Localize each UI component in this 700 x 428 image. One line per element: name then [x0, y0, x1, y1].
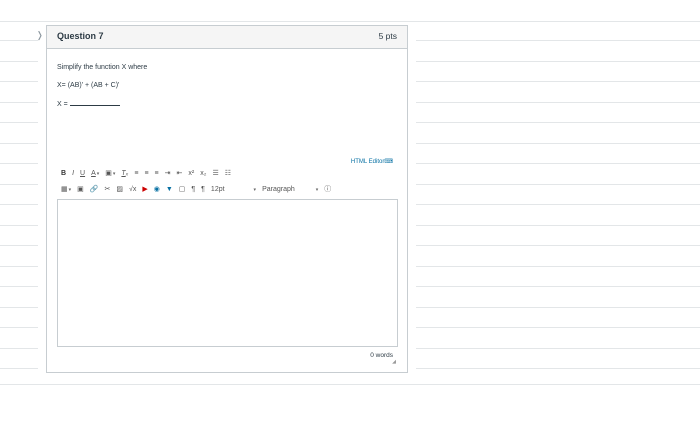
divider [416, 204, 700, 205]
indent-icon[interactable]: ⇥ [165, 168, 171, 180]
collapse-chevron-icon[interactable]: ❭ [36, 30, 44, 41]
google-drive-icon[interactable]: ◉ [154, 184, 160, 196]
font-size-caret-icon[interactable]: ▾ [253, 184, 257, 196]
divider [0, 245, 38, 246]
v-icon[interactable]: ▼ [166, 184, 173, 196]
divider [0, 163, 38, 164]
font-size-value: 12pt [210, 186, 225, 193]
divider [416, 368, 700, 369]
word-count: 0 words [370, 352, 393, 359]
table-icon[interactable]: ▦ ▾ [61, 184, 71, 196]
divider [416, 348, 700, 349]
background-color-icon[interactable]: ▣ ▾ [105, 168, 115, 180]
divider [0, 40, 38, 41]
answer-editor[interactable] [57, 199, 398, 347]
image-icon[interactable]: ▨ [116, 184, 123, 196]
divider [0, 327, 38, 328]
divider [416, 184, 700, 185]
divider [0, 184, 38, 185]
ltr-icon[interactable]: ¶ [191, 184, 195, 196]
superscript-icon[interactable]: x² [188, 168, 194, 180]
divider [416, 102, 700, 103]
italic-icon[interactable]: I [72, 168, 74, 180]
divider [0, 266, 38, 267]
divider [416, 225, 700, 226]
divider [0, 225, 38, 226]
divider [416, 61, 700, 62]
align-center-icon[interactable]: ≡ [144, 168, 148, 180]
toolbar-row-formatting: B I U A ▾ ▣ ▾ Tₓ ≡ ≡ ≡ ⇥ ⇤ x² x₂ ☰ ☷ [61, 168, 237, 180]
divider [416, 143, 700, 144]
divider [416, 40, 700, 41]
divider [0, 61, 38, 62]
divider [416, 245, 700, 246]
divider [416, 327, 700, 328]
answer-label: X = [57, 101, 68, 108]
unlink-icon[interactable]: ✂ [104, 184, 110, 196]
divider [0, 81, 38, 82]
bottom-divider [0, 384, 700, 385]
divider [0, 348, 38, 349]
paragraph-value: Paragraph [262, 186, 295, 193]
divider [0, 307, 38, 308]
align-right-icon[interactable]: ≡ [155, 168, 159, 180]
paragraph-select[interactable]: Paragraph [262, 184, 295, 196]
divider [0, 368, 38, 369]
divider [416, 286, 700, 287]
divider [416, 163, 700, 164]
question-header: Question 7 5 pts [47, 26, 407, 49]
html-editor-link[interactable]: HTML Editor⌨ [351, 158, 393, 165]
question-prompt: Simplify the function X where [57, 64, 148, 71]
equation-icon[interactable]: √x [129, 184, 136, 196]
keyboard-icon: ⌨ [384, 159, 393, 165]
divider [416, 81, 700, 82]
toolbar-row-insert: ▦ ▾ ▣ 🔗 ✂ ▨ √x ▶ ◉ ▼ ▢ ¶ ¶ 12pt ▾ Paragra… [61, 184, 337, 196]
text-color-icon[interactable]: A ▾ [91, 168, 99, 180]
font-size-select[interactable]: 12pt [211, 184, 225, 196]
clear-formatting-icon[interactable]: Tₓ [121, 168, 128, 180]
question-card: Question 7 5 pts Simplify the function X… [46, 25, 408, 373]
embed-icon[interactable]: ▢ [179, 184, 186, 196]
media-icon[interactable]: ▣ [77, 184, 84, 196]
question-points: 5 pts [378, 31, 397, 41]
question-title: Question 7 [57, 31, 104, 41]
youtube-icon[interactable]: ▶ [142, 184, 147, 196]
subscript-icon[interactable]: x₂ [200, 168, 206, 180]
divider [0, 143, 38, 144]
underline-icon[interactable]: U [80, 168, 85, 180]
answer-line: X = [57, 99, 120, 108]
outdent-icon[interactable]: ⇤ [177, 168, 183, 180]
resize-handle-icon[interactable]: ◢ [392, 359, 396, 365]
divider [416, 266, 700, 267]
help-icon[interactable]: ⓘ [324, 184, 331, 196]
bold-icon[interactable]: B [61, 168, 66, 180]
divider [416, 122, 700, 123]
align-left-icon[interactable]: ≡ [134, 168, 138, 180]
divider [0, 204, 38, 205]
divider [0, 286, 38, 287]
link-icon[interactable]: 🔗 [90, 184, 99, 196]
numbered-list-icon[interactable]: ☷ [225, 168, 231, 180]
paragraph-caret-icon[interactable]: ▾ [315, 184, 319, 196]
divider [0, 102, 38, 103]
html-editor-label: HTML Editor [350, 159, 385, 165]
divider [0, 122, 38, 123]
divider [416, 307, 700, 308]
bullet-list-icon[interactable]: ☰ [212, 168, 218, 180]
rtl-icon[interactable]: ¶ [201, 184, 205, 196]
top-divider [0, 21, 700, 22]
question-expression: X= (AB)' + (AB + C)' [57, 82, 120, 89]
answer-blank [69, 99, 120, 106]
